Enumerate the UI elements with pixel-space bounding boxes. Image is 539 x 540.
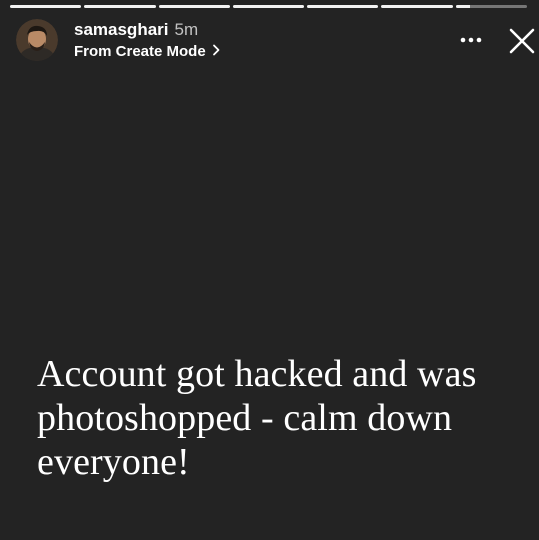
story-user-line: samasghari 5m [74,20,220,40]
progress-segment [381,5,453,8]
close-icon[interactable] [507,26,537,56]
progress-segment [232,5,305,8]
story-viewer[interactable]: samasghari 5m From Create Mode Account go… [0,0,539,540]
progress-segment [10,5,82,8]
avatar[interactable] [16,19,58,61]
progress-segment [158,5,230,8]
progress-segment-fill [232,5,305,8]
post-time: 5m [174,20,199,39]
source-link[interactable]: From Create Mode [74,42,220,62]
story-progress-bar [10,5,527,8]
caption-line-1: Account got hacked and was [37,353,477,395]
more-options-icon[interactable] [458,32,486,48]
source-label: From Create Mode [74,43,206,60]
username[interactable]: samasghari [74,20,169,39]
progress-segment-fill [455,5,470,8]
story-meta: samasghari 5m From Create Mode [74,20,220,62]
story-header: samasghari 5m From Create Mode [16,18,220,62]
progress-segment-fill [158,5,230,8]
progress-segment-fill [307,5,379,8]
story-caption: Account got hacked and was photoshopped … [37,352,517,484]
progress-segment [307,5,379,8]
progress-segment [84,5,156,8]
caption-line-3: everyone! [37,441,190,483]
progress-segment-fill [84,5,156,8]
progress-segment [455,5,527,8]
progress-segment-fill [10,5,82,8]
caption-line-2: photoshopped - calm down [37,397,453,439]
chevron-right-icon [212,42,220,62]
progress-segment-fill [381,5,453,8]
